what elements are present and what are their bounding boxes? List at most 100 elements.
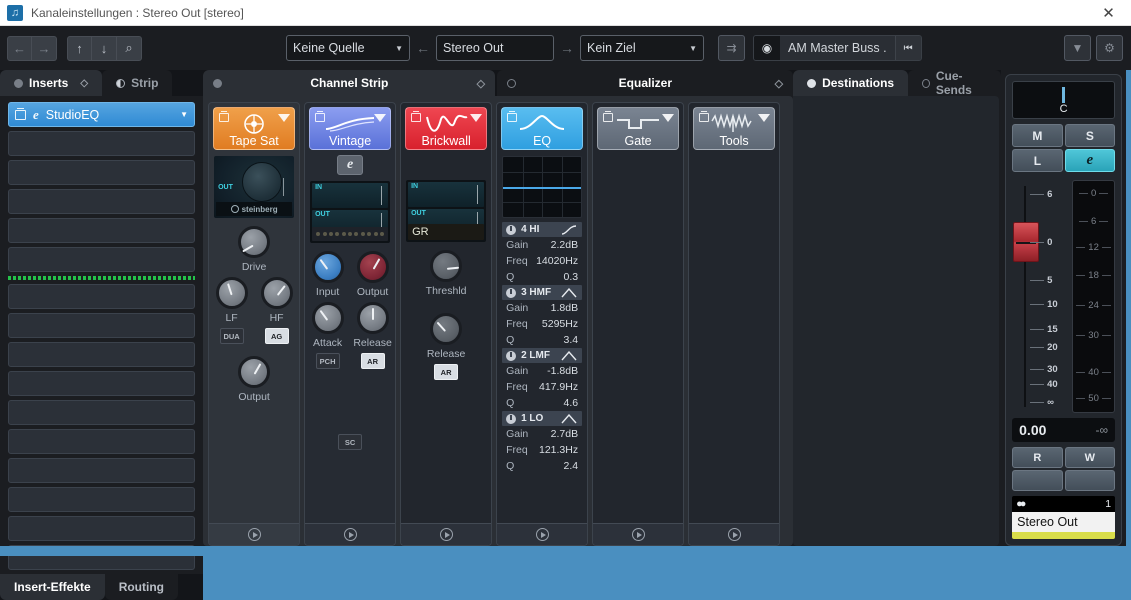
- eq-band-4-power-icon[interactable]: [506, 224, 517, 235]
- insert-slot-7[interactable]: [8, 284, 196, 309]
- eq-band-3-power-icon[interactable]: [506, 287, 517, 298]
- knob-input[interactable]: Input: [306, 251, 350, 298]
- insert-slot-8[interactable]: [8, 313, 196, 338]
- channel-color-strip[interactable]: [1012, 532, 1116, 539]
- close-icon[interactable]: ✕: [1086, 0, 1131, 26]
- insert-slot-15[interactable]: [8, 516, 196, 541]
- knob-lf[interactable]: LF: [210, 277, 254, 324]
- button-brickwall-ar[interactable]: AR: [434, 364, 459, 380]
- channel-name-field[interactable]: Stereo Out: [436, 35, 554, 61]
- toolbar-menu-button[interactable]: ▼: [1064, 35, 1091, 61]
- listen-button[interactable]: L: [1012, 149, 1063, 172]
- channel-strip-bypass-icon[interactable]: [213, 78, 223, 88]
- volume-fader[interactable]: 6 0 5 10 15 20 30 40 ∞: [1012, 180, 1068, 413]
- module-tools-header[interactable]: Tools: [693, 107, 776, 150]
- button-ar[interactable]: AR: [360, 353, 385, 369]
- eq-band-1-power-icon[interactable]: [506, 413, 517, 424]
- inserts-bypass-icon[interactable]: [14, 78, 23, 88]
- module-eq-header[interactable]: EQ: [501, 107, 584, 150]
- eq-band-3-freq[interactable]: Freq 5295Hz: [502, 316, 582, 332]
- diamond-icon[interactable]: ◇: [477, 77, 485, 90]
- knob-output[interactable]: Output: [232, 356, 276, 403]
- insert-bypass-icon[interactable]: [15, 107, 26, 120]
- chevron-down-icon[interactable]: [470, 114, 483, 122]
- tape-sat-footer[interactable]: [209, 523, 300, 545]
- solo-button[interactable]: S: [1064, 124, 1116, 147]
- tab-inserts[interactable]: Inserts ◇: [0, 70, 103, 96]
- destinations-enable-icon[interactable]: [807, 78, 817, 88]
- tab-equalizer[interactable]: Equalizer ◇: [497, 70, 794, 96]
- button-pch[interactable]: PCH: [315, 353, 340, 369]
- module-bypass-icon[interactable]: [219, 111, 230, 122]
- eq-band-1-freq[interactable]: Freq 121.3Hz: [502, 442, 582, 458]
- chevron-down-icon[interactable]: [662, 114, 675, 122]
- module-bypass-icon[interactable]: [411, 111, 422, 122]
- diamond-icon[interactable]: ◇: [80, 78, 88, 89]
- insert-slot-6[interactable]: [8, 247, 196, 272]
- strip-bypass-icon[interactable]: [116, 78, 126, 88]
- equalizer-bypass-icon[interactable]: [507, 78, 517, 88]
- brickwall-footer[interactable]: [401, 523, 492, 545]
- eq-band-2-header[interactable]: 2 LMF: [502, 348, 583, 363]
- play-icon[interactable]: [727, 528, 741, 541]
- write-automation-button[interactable]: W: [1064, 447, 1116, 468]
- eq-band-3-gain[interactable]: Gain 1.8dB: [502, 300, 582, 316]
- insert-slot-11[interactable]: [8, 400, 196, 425]
- play-icon[interactable]: [247, 528, 261, 541]
- eq-band-2-q[interactable]: Q 4.6: [502, 395, 582, 411]
- play-icon[interactable]: [439, 528, 453, 541]
- vintage-edit-button[interactable]: e: [337, 155, 364, 175]
- nav-forward-button[interactable]: →: [32, 35, 57, 61]
- mute-button[interactable]: M: [1012, 124, 1063, 147]
- eq-band-2-power-icon[interactable]: [506, 350, 517, 361]
- tab-cue-sends[interactable]: Cue-Sends: [908, 69, 1002, 97]
- knob-vintage-output[interactable]: Output: [351, 251, 395, 298]
- knob-release[interactable]: Release: [351, 302, 395, 349]
- insert-slot-2[interactable]: [8, 131, 196, 156]
- module-tape-sat-header[interactable]: Tape Sat: [213, 107, 296, 150]
- eq-band-2-freq[interactable]: Freq 417.9Hz: [502, 379, 582, 395]
- eq-band-3-q[interactable]: Q 3.4: [502, 332, 582, 348]
- module-gate-header[interactable]: Gate: [597, 107, 680, 150]
- button-sidechain[interactable]: SC: [338, 434, 363, 450]
- play-icon[interactable]: [631, 528, 645, 541]
- eq-band-4-gain[interactable]: Gain 2.2dB: [502, 237, 582, 253]
- knob-attack[interactable]: Attack: [306, 302, 350, 349]
- eq-band-4-q[interactable]: Q 0.3: [502, 269, 582, 285]
- tab-channel-strip[interactable]: Channel Strip ◇: [203, 70, 496, 96]
- channel-display-name[interactable]: Stereo Out: [1012, 512, 1116, 532]
- knob-brickwall-release[interactable]: Release: [424, 313, 468, 360]
- insert-slot-12[interactable]: [8, 429, 196, 454]
- preset-browser[interactable]: ◉ AM Master Buss . ⏮: [753, 35, 922, 61]
- next-channel-button[interactable]: ↓: [92, 35, 117, 61]
- chevron-down-icon[interactable]: ▼: [180, 110, 188, 119]
- tab-strip[interactable]: Strip: [102, 70, 173, 96]
- automation-extra-button-1[interactable]: [1012, 470, 1063, 491]
- automation-extra-button-2[interactable]: [1064, 470, 1116, 491]
- pan-control[interactable]: C: [1012, 81, 1116, 119]
- module-bypass-icon[interactable]: [603, 111, 614, 122]
- tools-footer[interactable]: [689, 523, 780, 545]
- eq-band-4-header[interactable]: 4 HI: [502, 222, 583, 237]
- module-vintage-header[interactable]: Vintage: [309, 107, 392, 150]
- eq-band-3-header[interactable]: 3 HMF: [502, 285, 583, 300]
- tab-destinations[interactable]: Destinations: [793, 70, 909, 96]
- insert-slot-4[interactable]: [8, 189, 196, 214]
- play-icon[interactable]: [535, 528, 549, 541]
- eq-curve-display[interactable]: [502, 156, 583, 218]
- nav-back-button[interactable]: ←: [7, 35, 32, 61]
- knob-hf[interactable]: HF: [255, 277, 299, 324]
- insert-slot-5[interactable]: [8, 218, 196, 243]
- play-icon[interactable]: [343, 528, 357, 541]
- eq-band-2-gain[interactable]: Gain -1.8dB: [502, 363, 582, 379]
- eq-band-1-q[interactable]: Q 2.4: [502, 458, 582, 474]
- tab-routing[interactable]: Routing: [104, 574, 179, 600]
- vintage-footer[interactable]: [305, 523, 396, 545]
- preset-previous-button[interactable]: ⏮: [894, 36, 921, 60]
- chevron-down-icon[interactable]: [278, 114, 291, 122]
- module-bypass-icon[interactable]: [507, 111, 518, 122]
- button-ag[interactable]: AG: [264, 328, 289, 344]
- button-dua[interactable]: DUA: [219, 328, 244, 344]
- eq-band-1-gain[interactable]: Gain 2.7dB: [502, 426, 582, 442]
- insert-slot-13[interactable]: [8, 458, 196, 483]
